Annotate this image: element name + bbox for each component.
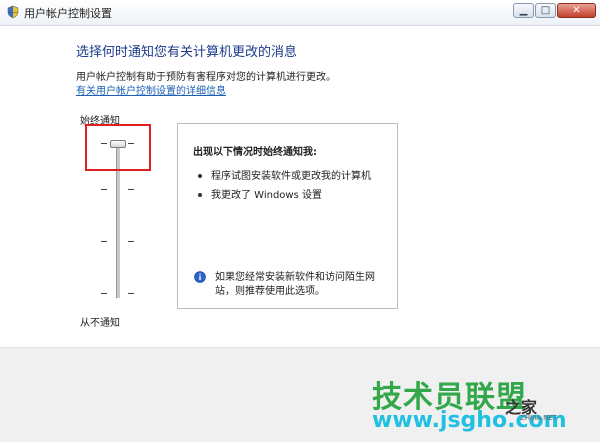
slider-tick [128,293,134,294]
list-item: 程序试图安装软件或更改我的计算机 [198,167,371,182]
info-text: 如果您经常安装新软件和访问陌生网站，则推荐使用此选项。 [215,272,375,297]
maximize-button[interactable]: □ [535,3,556,18]
slider-tick [101,189,107,190]
bullet-icon [198,193,202,197]
uac-details-link[interactable]: 有关用户帐户控制设置的详细信息 [76,82,226,97]
panel-title: 出现以下情况时始终通知我: [193,147,317,158]
slider-tick [101,241,107,242]
highlight-box [85,124,151,171]
list-item: 我更改了 Windows 设置 [198,186,322,201]
uac-shield-icon [7,5,19,19]
list-item-text: 我更改了 Windows 设置 [211,190,322,201]
info-icon [194,271,206,283]
window-title: 用户帐户控制设置 [24,7,112,20]
title-bar: 用户帐户控制设置 ▁ □ ✕ [0,0,600,26]
description-panel: 出现以下情况时始终通知我: 程序试图安装软件或更改我的计算机 我更改了 Wind… [177,123,398,309]
slider-label-never-notify: 从不通知 [80,318,120,329]
page-heading: 选择何时通知您有关计算机更改的消息 [76,45,298,60]
page-description: 用户帐户控制有助于预防有害程序对您的计算机进行更改。 [76,72,336,83]
watermark-domain: ZHIJIA.NET [520,414,558,422]
bullet-icon [198,174,202,178]
close-button[interactable]: ✕ [557,3,596,18]
minimize-button[interactable]: ▁ [513,3,534,18]
list-item-text: 程序试图安装软件或更改我的计算机 [211,171,371,182]
slider-tick [128,241,134,242]
slider-tick [128,189,134,190]
slider-tick [101,293,107,294]
